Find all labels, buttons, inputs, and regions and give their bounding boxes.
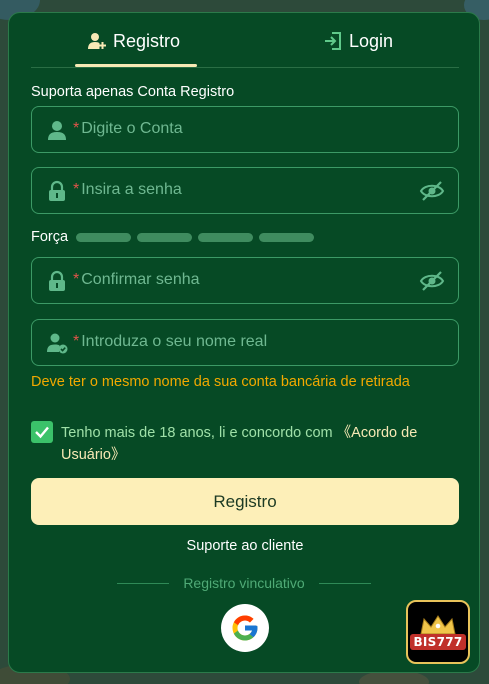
agreement-checkbox[interactable] <box>31 421 53 443</box>
password-strength: Força <box>31 229 320 245</box>
strength-bar <box>137 232 193 242</box>
divider-line <box>318 582 372 584</box>
register-modal: Registro Login Suporta apenas Conta Regi… <box>8 12 480 673</box>
add-user-icon <box>87 31 107 51</box>
tab-registro-label: Registro <box>113 30 181 51</box>
password-input[interactable]: * Insira a senha <box>31 167 459 214</box>
customer-support-link[interactable]: Suporte ao cliente <box>9 538 481 554</box>
crown-icon <box>420 615 456 635</box>
strength-label: Força <box>31 229 69 245</box>
login-icon <box>323 31 343 51</box>
confirm-password-placeholder: * Confirmar senha <box>73 271 200 288</box>
divider-line <box>117 582 170 584</box>
user-icon <box>46 119 68 141</box>
check-icon <box>35 426 49 439</box>
bis777-logo-text: BIS777 <box>410 634 466 650</box>
agreement-text: Tenho mais de 18 anos, li e concordo com… <box>61 425 418 463</box>
eye-off-icon[interactable] <box>419 180 445 202</box>
account-placeholder: * Digite o Conta <box>73 120 183 137</box>
active-tab-indicator <box>75 64 197 67</box>
tab-login-label: Login <box>349 30 394 51</box>
lock-icon <box>46 180 68 202</box>
eye-off-icon[interactable] <box>419 270 445 292</box>
lock-icon <box>46 270 68 292</box>
password-placeholder: * Insira a senha <box>73 181 182 198</box>
account-type-caption: Suporta apenas Conta Registro <box>31 84 235 100</box>
account-input[interactable]: * Digite o Conta <box>31 106 459 153</box>
tab-bar: Registro Login <box>31 13 459 68</box>
strength-bar <box>76 232 132 242</box>
register-button[interactable]: Registro <box>31 478 459 525</box>
tab-registro[interactable]: Registro <box>87 29 180 53</box>
confirm-password-input[interactable]: * Confirmar senha <box>31 257 459 304</box>
bank-name-warning: Deve ter o mesmo nome da sua conta bancá… <box>31 374 410 390</box>
google-icon <box>232 615 258 641</box>
real-name-placeholder: * Introduza o seu nome real <box>73 333 268 350</box>
real-name-input[interactable]: * Introduza o seu nome real <box>31 319 459 366</box>
tab-login[interactable]: Login <box>323 29 393 53</box>
social-divider-label: Registro vinculativo <box>183 575 305 591</box>
strength-bar <box>259 232 315 242</box>
google-login-button[interactable] <box>221 604 269 652</box>
user-check-icon <box>46 332 68 354</box>
social-divider: Registro vinculativo <box>117 575 372 591</box>
bis777-logo-badge[interactable]: BIS777 <box>406 600 470 664</box>
strength-bar <box>198 232 254 242</box>
